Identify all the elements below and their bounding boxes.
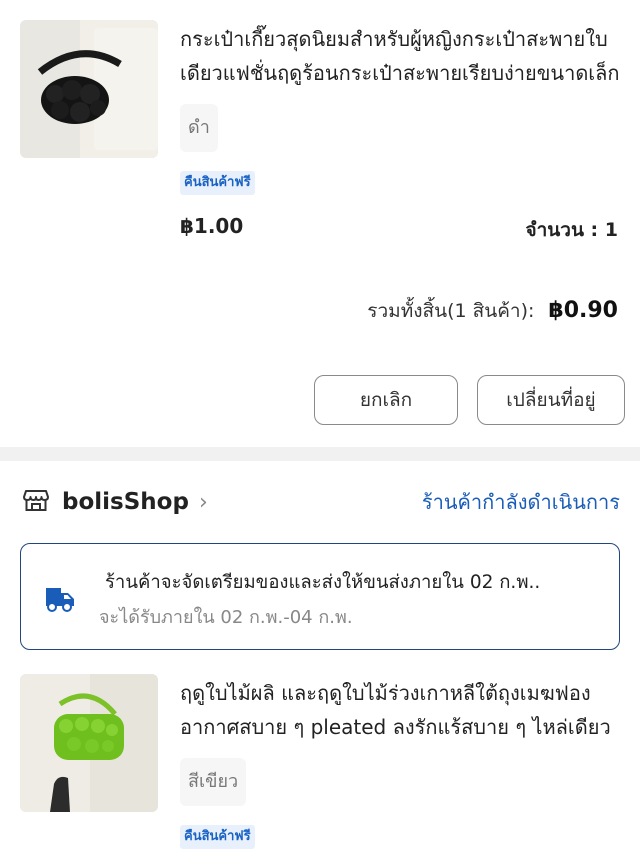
order-total-row: รวมทั้งสิ้น(1 สินค้า): ฿0.90 — [367, 296, 618, 326]
shop-header[interactable]: bolisShop › ร้านค้ากำลังดำเนินการ — [22, 482, 620, 522]
total-value: ฿0.90 — [548, 298, 618, 323]
product-image-green-bag[interactable] — [20, 674, 158, 812]
shipping-prepare-text: ร้านค้าจะจัดเตรียมของและส่งให้ขนส่งภายใน… — [105, 572, 541, 593]
shop-name[interactable]: bolisShop — [62, 489, 189, 515]
product-price: ฿1.00 — [180, 214, 244, 238]
shipping-notice[interactable]: ร้านค้าจะจัดเตรียมของและส่งให้ขนส่งภายใน… — [20, 543, 620, 650]
cancel-button[interactable]: ยกเลิก — [314, 375, 458, 425]
variant-label: สีเขียว — [180, 758, 247, 806]
chevron-right-icon[interactable]: › — [199, 490, 208, 515]
product-image-black-bag[interactable] — [20, 20, 158, 158]
change-address-button[interactable]: เปลี่ยนที่อยู่ — [477, 375, 625, 425]
free-return-badge: คืนสินค้าฟรี — [180, 825, 255, 849]
estimated-delivery-text: จะได้รับภายใน 02 ก.พ.-04 ก.พ. — [99, 607, 353, 628]
total-label: รวมทั้งสิ้น(1 สินค้า): — [367, 300, 535, 322]
product-title[interactable]: กระเป๋าเกี๊ยวสุดนิยมสำหรับผู้หญิงกระเป๋า… — [180, 22, 620, 90]
order-status: ร้านค้ากำลังดำเนินการ — [421, 490, 620, 514]
product-title[interactable]: ฤดูใบไม้ผลิ และฤดูใบไม้ร่วงเกาหลีใต้ถุงเ… — [180, 676, 620, 744]
delivery-truck-icon — [43, 582, 77, 620]
free-return-badge: คืนสินค้าฟรี — [180, 171, 255, 195]
variant-label: ดำ — [180, 104, 218, 152]
store-icon — [22, 486, 50, 518]
product-quantity: จำนวน : 1 — [525, 219, 619, 241]
section-divider — [0, 447, 640, 461]
